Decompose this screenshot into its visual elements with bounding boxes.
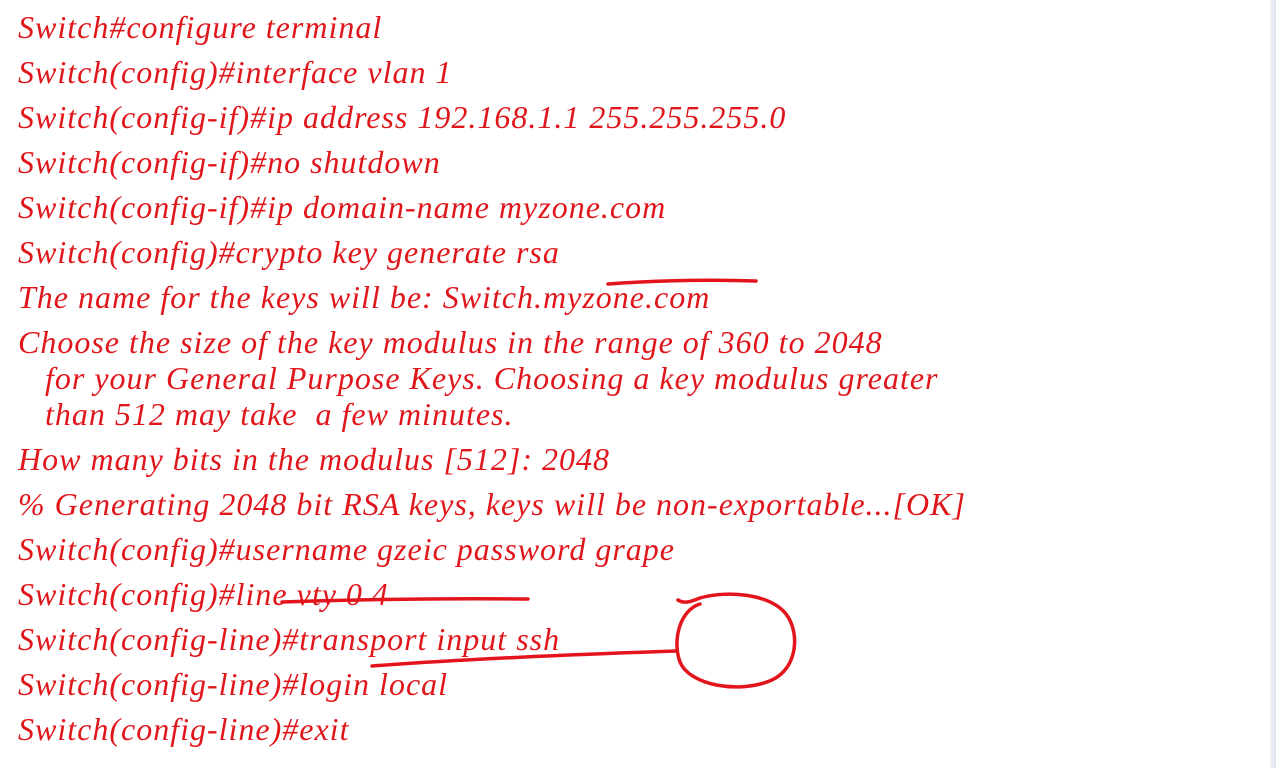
terminal-transcript: Switch#configure terminal Switch(config)… [0,0,1276,768]
circle-ssh [675,592,797,689]
config-line-9: for your General Purpose Keys. Choosing … [18,360,939,396]
config-line-13: Switch(config)#username gzeic password g… [18,531,675,567]
config-line-10: than 512 may take a few minutes. [18,396,514,432]
config-line-8: Choose the size of the key modulus in th… [18,324,883,360]
config-line-7: The name for the keys will be: Switch.my… [18,279,711,315]
config-line-5: Switch(config-if)#ip domain-name myzone.… [18,189,667,225]
config-line-3: Switch(config-if)#ip address 192.168.1.1… [18,99,787,135]
config-line-6: Switch(config)#crypto key generate rsa [18,234,560,270]
config-line-1: Switch#configure terminal [18,9,383,45]
config-line-4: Switch(config-if)#no shutdown [18,144,441,180]
config-line-17: Switch(config-line)#exit [18,711,350,747]
config-line-11: How many bits in the modulus [512]: 2048 [18,441,610,477]
config-line-12: % Generating 2048 bit RSA keys, keys wil… [18,486,966,522]
window-edge [1270,0,1276,768]
config-line-2: Switch(config)#interface vlan 1 [18,54,453,90]
config-line-16: Switch(config-line)#login local [18,666,449,702]
config-line-15: Switch(config-line)#transport input ssh [18,621,561,657]
config-line-14: Switch(config)#line vty 0 4 [18,576,389,612]
